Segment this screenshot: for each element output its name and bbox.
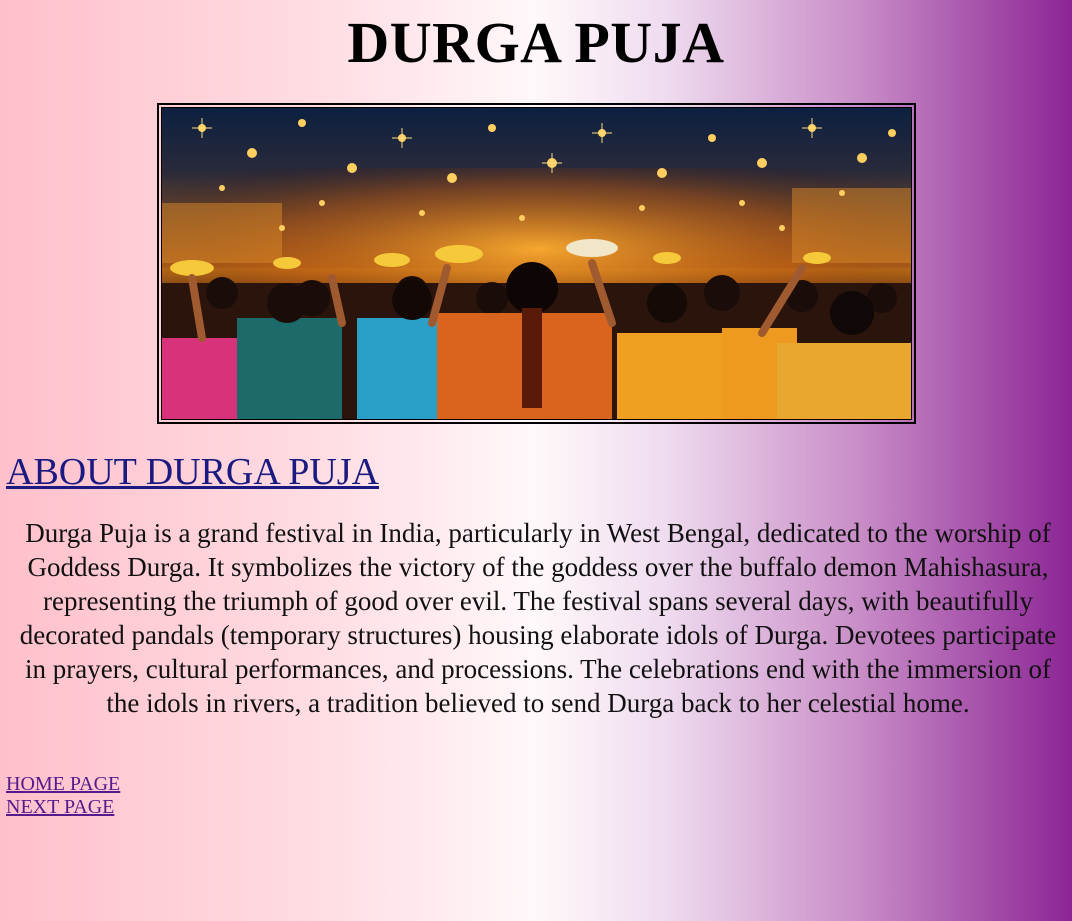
home-page-link[interactable]: HOME PAGE (6, 773, 120, 796)
about-heading-link[interactable]: ABOUT DURGA PUJA (6, 449, 379, 495)
hero-image-frame (157, 103, 916, 424)
page-title: DURGA PUJA (347, 10, 725, 75)
festival-crowd-image (161, 107, 912, 420)
nav-links: HOME PAGE NEXT PAGE (6, 773, 120, 819)
about-paragraph: Durga Puja is a grand festival in India,… (19, 518, 1057, 718)
festival-crowd-illustration (162, 108, 911, 419)
next-page-link[interactable]: NEXT PAGE (6, 796, 120, 819)
